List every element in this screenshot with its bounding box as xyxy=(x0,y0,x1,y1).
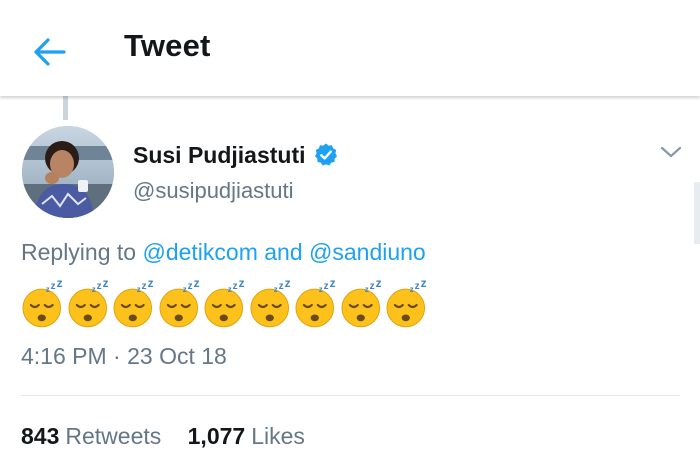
display-name: Susi Pudjiastuti xyxy=(133,141,306,168)
svg-text:z: z xyxy=(187,281,192,292)
likes-stat[interactable]: 1,077 Likes xyxy=(188,423,305,450)
retweets-label: Retweets xyxy=(65,423,162,449)
sleeping-face-emoji: zzz xyxy=(384,276,430,330)
svg-text:z: z xyxy=(148,278,154,290)
mention-link-sandiuno[interactable]: @sandiuno xyxy=(309,239,426,265)
svg-text:z: z xyxy=(273,285,277,294)
likes-count: 1,077 xyxy=(187,423,246,449)
svg-text:z: z xyxy=(278,281,283,292)
svg-text:z: z xyxy=(369,281,374,292)
svg-text:z: z xyxy=(364,285,368,294)
svg-text:z: z xyxy=(410,285,414,294)
user-handle[interactable]: @susipudjiastuti xyxy=(133,178,294,204)
arrow-left-icon xyxy=(34,38,66,66)
avatar[interactable] xyxy=(22,126,114,218)
likes-label: Likes xyxy=(251,423,305,449)
retweets-count: 843 xyxy=(21,423,60,449)
svg-text:z: z xyxy=(228,285,232,294)
svg-text:z: z xyxy=(96,281,101,292)
svg-text:z: z xyxy=(102,278,108,290)
thread-connector-line xyxy=(63,96,68,120)
avatar-photo xyxy=(22,126,114,218)
svg-text:z: z xyxy=(51,281,56,292)
tweet-body-emojis: zzzzzzzzzzzzzzzzzzzzzzzzzzz xyxy=(20,276,430,330)
replying-to-line: Replying to @detikcom and @sandiuno xyxy=(21,239,426,266)
divider xyxy=(21,395,680,396)
tweet-stats: 843 Retweets 1,077 Likes xyxy=(21,423,305,450)
svg-text:z: z xyxy=(182,285,186,294)
mention-link-detikcom[interactable]: @detikcom xyxy=(142,239,257,265)
svg-text:z: z xyxy=(421,278,427,290)
svg-text:z: z xyxy=(57,278,63,290)
chevron-down-icon xyxy=(660,146,682,158)
svg-text:z: z xyxy=(284,278,290,290)
svg-text:z: z xyxy=(142,281,147,292)
sleeping-face-emoji: zzz xyxy=(202,276,248,330)
svg-text:z: z xyxy=(233,281,238,292)
sleeping-face-emoji: zzz xyxy=(20,276,66,330)
sleeping-face-emoji: zzz xyxy=(293,276,339,330)
svg-text:z: z xyxy=(91,285,95,294)
svg-text:z: z xyxy=(319,285,323,294)
verified-badge-icon xyxy=(313,142,339,168)
svg-text:z: z xyxy=(46,285,50,294)
retweets-stat[interactable]: 843 Retweets xyxy=(21,423,161,450)
more-options-button[interactable] xyxy=(656,140,686,164)
mention-join-word: and xyxy=(264,239,303,265)
svg-text:z: z xyxy=(239,278,245,290)
tweet-detail-screen: Tweet Susi Pudjiastuti @susipudjiastuti … xyxy=(0,0,700,471)
back-button[interactable] xyxy=(28,30,72,74)
sleeping-face-emoji: zzz xyxy=(248,276,294,330)
page-title: Tweet xyxy=(124,28,211,63)
sleeping-face-emoji: zzz xyxy=(157,276,203,330)
replying-to-label: Replying to xyxy=(21,239,137,265)
top-app-bar: Tweet xyxy=(0,0,700,96)
scroll-indicator xyxy=(694,182,700,244)
sleeping-face-emoji: zzz xyxy=(111,276,157,330)
tweet-timestamp: 4:16 PM · 23 Oct 18 xyxy=(21,343,227,369)
svg-text:z: z xyxy=(330,278,336,290)
sleeping-face-emoji: zzz xyxy=(339,276,385,330)
display-name-row[interactable]: Susi Pudjiastuti xyxy=(133,140,339,170)
svg-text:z: z xyxy=(137,285,141,294)
sleeping-face-emoji: zzz xyxy=(66,276,112,330)
svg-text:z: z xyxy=(324,281,329,292)
svg-text:z: z xyxy=(193,278,199,290)
svg-text:z: z xyxy=(375,278,381,290)
svg-text:z: z xyxy=(415,281,420,292)
